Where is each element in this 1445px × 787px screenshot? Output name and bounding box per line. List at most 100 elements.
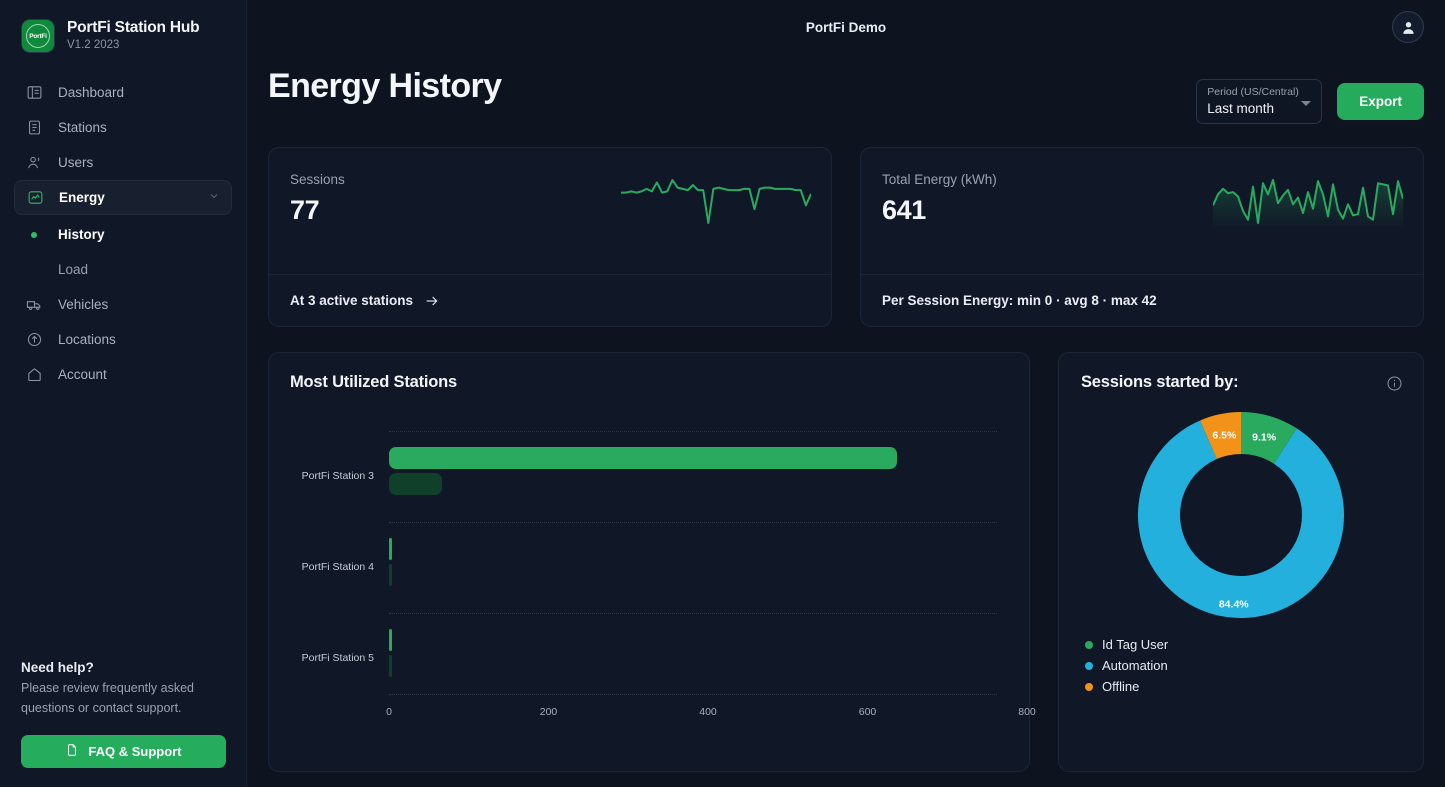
sidebar-item-users[interactable]: Users [14,145,232,180]
sidebar-item-label: Stations [58,120,107,135]
sidebar-item-locations[interactable]: Locations [14,322,232,357]
account-icon [25,366,43,384]
bar-segment[interactable] [389,655,392,677]
active-dot-icon [25,232,43,238]
x-axis-tick: 600 [859,706,877,718]
help-section: Need help? Please review frequently aske… [0,660,247,768]
donut-slice-label: 84.4% [1219,599,1249,611]
sidebar: PortFi PortFi Station Hub V1.2 2023 Dash… [0,0,247,787]
page-header-controls: Period (US/Central) Last month Export [1196,67,1424,124]
sidebar-item-label: Users [58,155,93,170]
sidebar-item-energy[interactable]: Energy [14,180,232,215]
app-root: PortFi PortFi Station Hub V1.2 2023 Dash… [0,0,1445,787]
bar-category-label: PortFi Station 3 [290,470,374,482]
bar-category-label: PortFi Station 5 [290,652,374,664]
sidebar-item-label: Vehicles [58,297,108,312]
grid-line [389,522,997,523]
sidebar-item-account[interactable]: Account [14,357,232,392]
brand[interactable]: PortFi PortFi Station Hub V1.2 2023 [0,0,246,53]
donut-slice-label: 6.5% [1212,430,1237,442]
stat-label: Total Energy (kWh) [882,172,997,187]
sidebar-item-load[interactable]: Load [14,252,232,287]
faq-support-label: FAQ & Support [88,744,181,759]
legend-label: Automation [1102,658,1168,673]
bar-segment[interactable] [389,473,442,495]
x-axis-tick: 0 [386,706,392,718]
arrow-right-icon [424,293,440,309]
sidebar-item-label: Locations [58,332,116,347]
export-button[interactable]: Export [1337,83,1424,120]
logo-ring-label: PortFi [26,24,50,48]
bar-segment[interactable] [389,629,392,651]
chevron-down-icon[interactable] [208,190,220,205]
legend-dot-icon [1085,641,1093,649]
stat-footer-label: Per Session Energy: min 0 · avg 8 · max … [882,293,1157,308]
avatar[interactable] [1392,11,1424,43]
most-utilized-stations-card: Most Utilized Stations PortFi Station 3P… [268,352,1030,772]
stat-card-total-energy: Total Energy (kWh) 641 Per Session En [860,147,1424,327]
legend-dot-icon [1085,662,1093,670]
x-axis-tick: 200 [540,706,558,718]
main-content: PortFi Demo Energy History Period (US/Ce… [247,0,1445,787]
stat-footer-label: At 3 active stations [290,293,413,308]
topbar: PortFi Demo [247,0,1445,55]
sidebar-item-dashboard[interactable]: Dashboard [14,75,232,110]
sidebar-nav: Dashboard Stations Users Energy [0,75,246,392]
bar-segment[interactable] [389,564,392,586]
grid-line [389,694,997,695]
faq-support-button[interactable]: FAQ & Support [21,735,226,768]
donut-chart-wrap: 9.1% 84.4% 6.5% [1081,409,1401,621]
info-icon[interactable] [1386,375,1403,397]
users-icon [25,154,43,172]
donut-chart-title: Sessions started by: [1081,373,1401,392]
bar-chart-title: Most Utilized Stations [290,373,1007,392]
donut-chart: 9.1% 84.4% 6.5% [1135,409,1347,621]
lower-row: Most Utilized Stations PortFi Station 3P… [247,327,1445,772]
stat-value: 641 [882,195,997,226]
legend-item[interactable]: Id Tag User [1085,637,1401,652]
sessions-sparkline [621,174,811,229]
sidebar-item-stations[interactable]: Stations [14,110,232,145]
sidebar-subitem-label: Load [58,262,88,277]
energy-sparkline [1213,174,1403,229]
dashboard-icon [25,84,43,102]
legend-dot-icon [1085,683,1093,691]
user-icon [1399,18,1418,37]
legend-label: Id Tag User [1102,637,1168,652]
sidebar-item-label: Dashboard [58,85,124,100]
page-header: Energy History Period (US/Central) Last … [247,55,1445,124]
sidebar-item-history[interactable]: History [14,217,232,252]
stat-label: Sessions [290,172,345,187]
donut-legend: Id Tag User Automation Offline [1081,637,1401,694]
stat-card-footer[interactable]: At 3 active stations [269,274,831,326]
energy-icon [26,189,44,207]
page-title: Energy History [268,67,501,106]
sidebar-item-label: Energy [59,190,105,205]
sidebar-subnav-energy: History Load [0,217,246,287]
stations-icon [25,119,43,137]
grid-line [389,613,997,614]
stat-card-sessions: Sessions 77 At 3 active stations [268,147,832,327]
sidebar-item-label: Account [58,367,107,382]
legend-item[interactable]: Offline [1085,679,1401,694]
bar-category-label: PortFi Station 4 [290,561,374,573]
help-text: Please review frequently asked questions… [21,679,226,718]
period-select-value: Last month [1207,101,1311,116]
stat-card-footer: Per Session Energy: min 0 · avg 8 · max … [861,274,1423,326]
bar-segment[interactable] [389,538,392,560]
stat-cards-row: Sessions 77 At 3 active stations Total E… [247,124,1445,327]
bar-segment[interactable] [389,447,897,469]
sidebar-subitem-label: History [58,227,105,242]
donut-slice-label: 9.1% [1252,431,1277,443]
brand-title: PortFi Station Hub [67,19,199,37]
grid-line [389,431,997,432]
period-select-label: Period (US/Central) [1207,86,1311,98]
period-select[interactable]: Period (US/Central) Last month [1196,79,1322,124]
bar-chart-plot: PortFi Station 3 PortFi Station 4 PortFi S… [290,401,1007,771]
chevron-down-icon [1301,101,1311,106]
topbar-title: PortFi Demo [806,20,886,35]
x-axis-tick: 800 [1018,706,1036,718]
sidebar-item-vehicles[interactable]: Vehicles [14,287,232,322]
legend-item[interactable]: Automation [1085,658,1401,673]
locations-icon [25,331,43,349]
